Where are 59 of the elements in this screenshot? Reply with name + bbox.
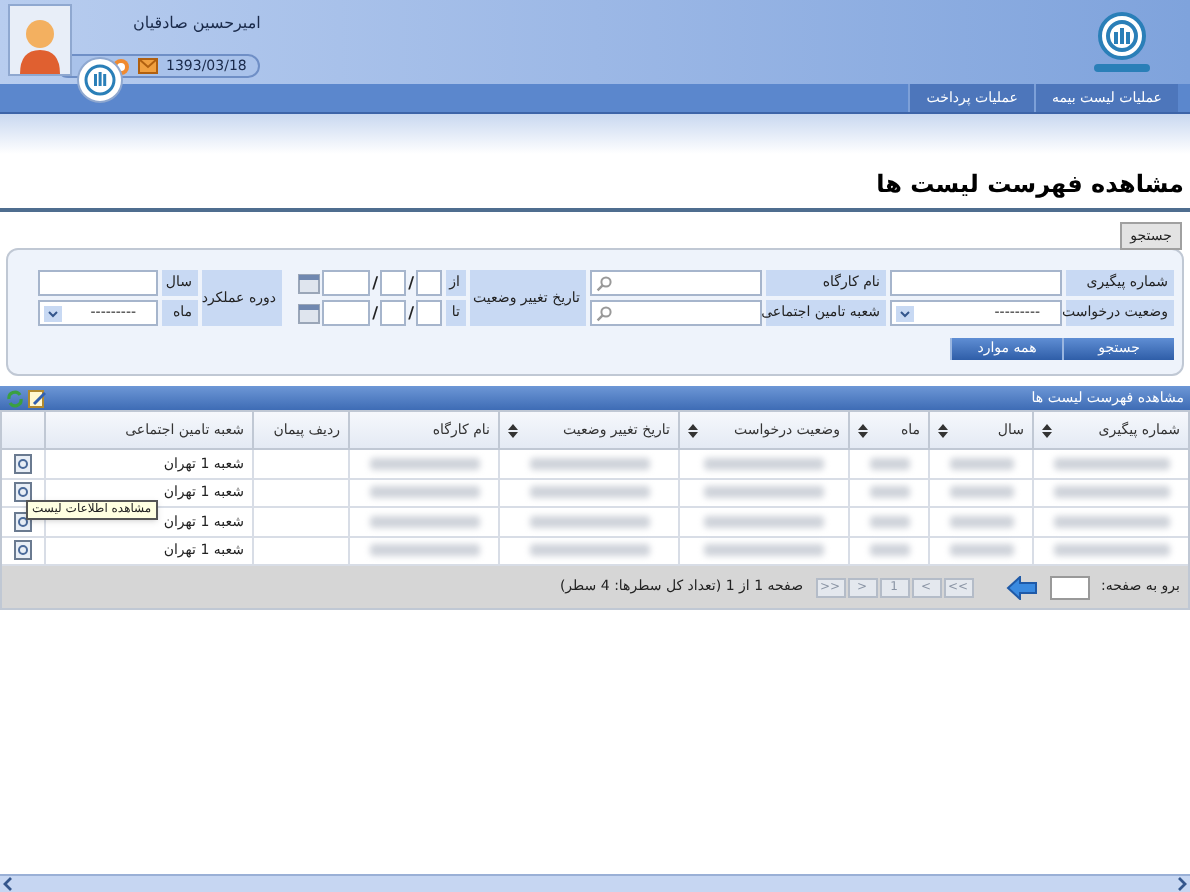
user-name: امیرحسین صادقیان (131, 12, 261, 36)
left-arrow-icon (1005, 575, 1038, 599)
input-field[interactable] (380, 300, 407, 326)
edit-icon (28, 389, 46, 407)
redacted-text (529, 486, 649, 499)
document-icon[interactable] (14, 511, 32, 532)
redacted-text (949, 486, 1013, 499)
person-silhouette-icon (18, 14, 62, 74)
envelope-icon (138, 58, 158, 74)
date-separator: / (372, 301, 379, 325)
redacted-text (1053, 515, 1169, 528)
redacted-text (1053, 544, 1169, 557)
redacted-text (704, 486, 824, 499)
date-separator: / (408, 271, 414, 295)
lookup-field[interactable] (590, 300, 762, 326)
redacted-text (529, 515, 649, 528)
redacted-text (949, 457, 1013, 470)
redacted-text (869, 544, 909, 557)
page-number-field[interactable] (1049, 575, 1090, 599)
redacted-text (369, 486, 479, 499)
redacted-text (704, 515, 824, 528)
horizontal-scrollbar[interactable] (0, 874, 1190, 892)
redacted-text (704, 544, 824, 557)
redacted-text (1053, 457, 1169, 470)
date-separator: / (372, 271, 379, 295)
redacted-text (704, 457, 824, 470)
chevron-right-icon (1174, 876, 1190, 892)
search-icon (596, 305, 612, 321)
redacted-text (1053, 486, 1169, 499)
redacted-text (949, 544, 1013, 557)
input-field[interactable] (890, 270, 1062, 296)
redacted-text (369, 457, 479, 470)
chevron-left-icon (0, 876, 16, 892)
document-icon[interactable] (14, 540, 32, 561)
chevron-down-icon (896, 305, 914, 321)
redacted-text (529, 544, 649, 557)
redacted-text (869, 486, 909, 499)
input-field[interactable] (322, 270, 371, 296)
redacted-text (869, 457, 909, 470)
input-field[interactable] (322, 300, 371, 326)
document-icon[interactable] (14, 482, 32, 503)
calendar-icon (298, 303, 321, 323)
document-icon[interactable] (14, 453, 32, 474)
redacted-text (369, 515, 479, 528)
input-field[interactable] (380, 270, 407, 296)
calendar-icon (298, 273, 321, 293)
go-arrow-button[interactable] (1005, 575, 1038, 599)
redacted-text (869, 515, 909, 528)
input-field[interactable] (416, 270, 442, 296)
search-icon (596, 275, 612, 291)
lookup-field[interactable] (590, 270, 762, 296)
redacted-text (369, 544, 479, 557)
date-separator: / (408, 301, 414, 325)
page-title: مشاهده فهرست لیست ها (876, 168, 1184, 202)
input-field[interactable] (38, 270, 158, 296)
input-field[interactable] (416, 300, 442, 326)
redacted-text (949, 515, 1013, 528)
redacted-text (529, 457, 649, 470)
chevron-down-icon (44, 305, 62, 321)
